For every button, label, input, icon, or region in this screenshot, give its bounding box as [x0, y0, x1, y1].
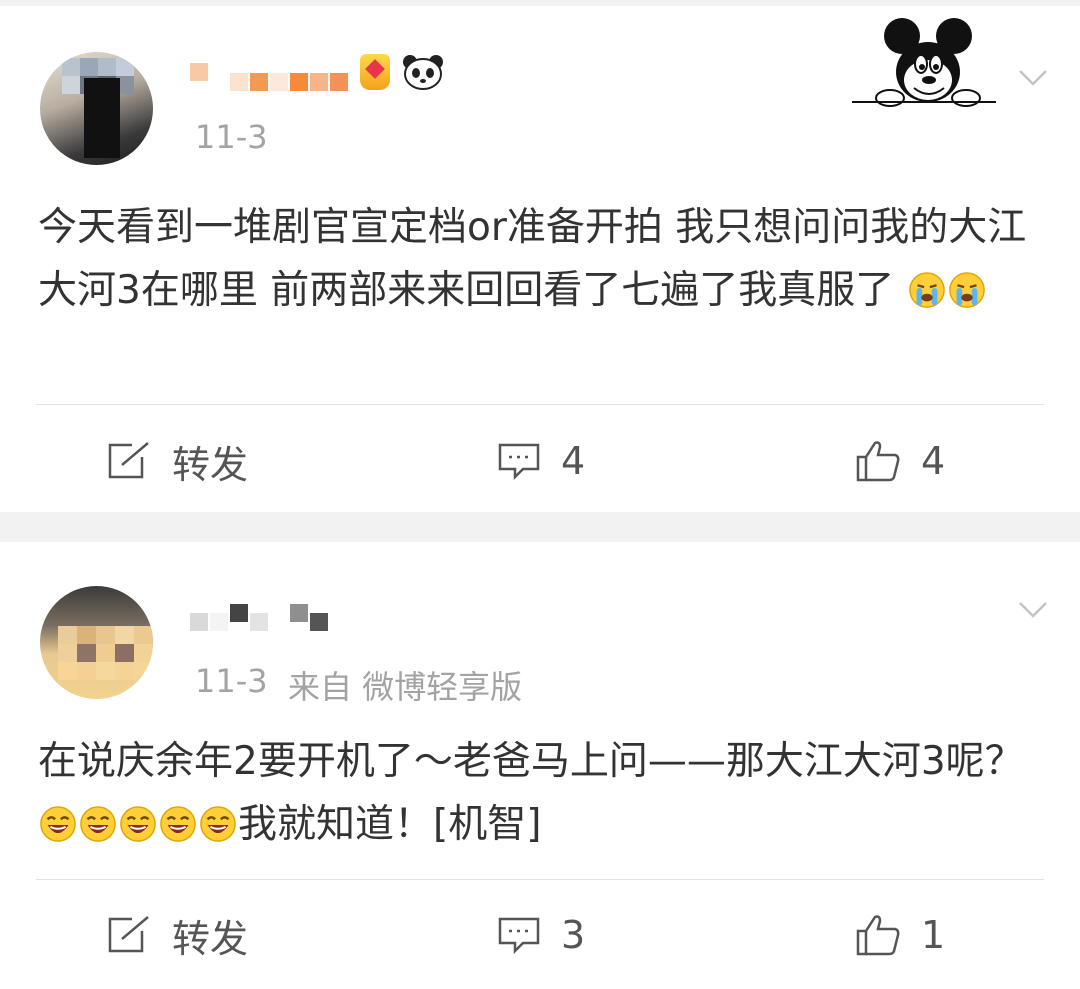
action-bar: 转发 3 1 [0, 900, 1080, 970]
repost-button[interactable]: 转发 [106, 426, 248, 496]
post-text: 在说庆余年2要开机了～老爸马上问——那大江大河3呢？ [38, 739, 1024, 784]
post-text: 今天看到一堆剧官宣定档or准备开拍 我只想问问我的大江大河3在哪里 前两部来来回… [38, 205, 1027, 313]
comment-count: 3 [561, 913, 586, 957]
comment-icon [498, 917, 540, 955]
avatar-figure [84, 78, 120, 158]
crying-face-emoji [948, 272, 985, 308]
comment-button[interactable]: 4 [497, 426, 585, 496]
like-button[interactable]: 1 [855, 900, 945, 970]
comment-count: 4 [561, 439, 586, 483]
like-count: 4 [921, 439, 946, 483]
laughing-face-emoji [160, 806, 196, 842]
post-timestamp: 11-3 [195, 662, 268, 700]
chevron-down-icon[interactable] [1018, 62, 1048, 92]
username[interactable] [190, 50, 444, 94]
avatar-mosaic [58, 626, 153, 680]
username[interactable] [190, 600, 330, 644]
comment-icon [498, 443, 540, 481]
action-bar: 转发 4 4 [0, 426, 1080, 496]
repost-icon [108, 916, 149, 953]
post-card: 11-3 来自 微博轻享版 在说庆余年2要开机了～老爸马上问——那大江大河3呢？ [0, 542, 1080, 989]
post-timestamp: 11-3 [195, 118, 268, 156]
divider [36, 879, 1044, 880]
like-button[interactable]: 4 [855, 426, 945, 496]
post-text-tail: 我就知道！[机智] [238, 802, 542, 847]
laughing-face-emoji [40, 806, 76, 842]
repost-label: 转发 [172, 916, 249, 961]
comment-button[interactable]: 3 [497, 900, 585, 970]
divider [36, 404, 1044, 405]
laughing-face-emoji [200, 806, 236, 842]
avatar[interactable] [40, 586, 153, 699]
panda-icon [402, 54, 444, 90]
thumbs-up-icon [856, 441, 900, 482]
repost-icon [108, 442, 149, 479]
mickey-sticker-icon [852, 18, 996, 107]
crying-face-emoji [908, 272, 945, 308]
vip-badge-icon[interactable] [360, 54, 390, 90]
post-content: 在说庆余年2要开机了～老爸马上问——那大江大河3呢？ 我就知道！[机智] [38, 730, 1040, 856]
post-card: 11-3 今天看到一堆剧官宣定档or准备开拍 我只想问问我的大江大河3在哪里 前… [0, 6, 1080, 512]
post-content: 今天看到一堆剧官宣定档or准备开拍 我只想问问我的大江大河3在哪里 前两部来来回… [38, 196, 1040, 322]
laughing-face-emoji [80, 806, 116, 842]
avatar[interactable] [40, 52, 153, 165]
laughing-face-emoji [120, 806, 156, 842]
like-count: 1 [921, 913, 946, 957]
repost-label: 转发 [172, 442, 249, 487]
thumbs-up-icon [856, 915, 900, 956]
post-source[interactable]: 来自 微博轻享版 [288, 662, 522, 708]
repost-button[interactable]: 转发 [106, 900, 248, 970]
chevron-down-icon[interactable] [1018, 594, 1048, 624]
